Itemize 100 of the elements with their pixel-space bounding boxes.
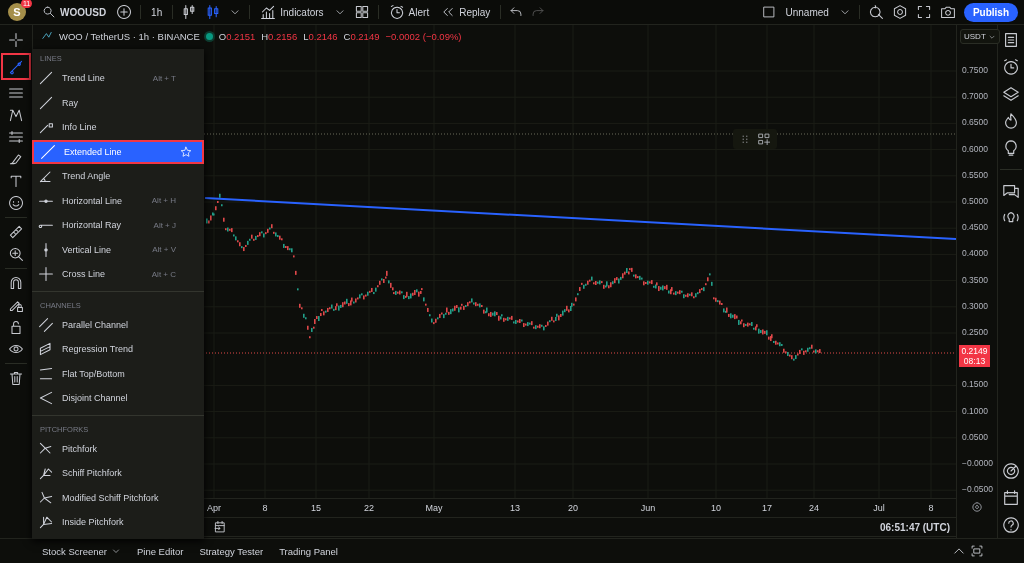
menu-item-label: Vertical Line xyxy=(62,244,113,255)
menu-item[interactable]: Parallel Channel xyxy=(32,312,204,337)
ohlc-label: O xyxy=(218,30,227,42)
menu-item-label: Cross Line xyxy=(62,269,107,280)
menu-item-label: Modified Schiff Pitchfork xyxy=(62,492,160,503)
add-symbol-icon[interactable] xyxy=(116,4,133,20)
menu-item-label: Trend Angle xyxy=(62,171,112,182)
menu-item[interactable]: Schiff Pitchfork xyxy=(32,461,204,486)
price-label: 0.3500 xyxy=(962,274,988,285)
interval-button[interactable]: 1h xyxy=(149,6,165,18)
publish-button[interactable]: Publish xyxy=(963,2,1018,22)
time-label: Jul xyxy=(873,503,885,513)
price-change: −0.0002 (−0.09%) xyxy=(385,30,462,42)
price-label: 0.6500 xyxy=(962,117,988,128)
panel-tab[interactable]: Stock Screener xyxy=(36,545,127,557)
layout-name-button[interactable]: Unnamed xyxy=(783,6,831,18)
magnet-icon xyxy=(8,275,24,291)
coin-logo-icon xyxy=(41,30,53,42)
price-label: 0.5000 xyxy=(962,196,988,206)
settings-icon[interactable] xyxy=(971,501,983,513)
menu-item[interactable]: Horizontal Ray Alt + J xyxy=(32,213,204,238)
menu-item-label: Ray xyxy=(62,97,79,108)
menu-item[interactable]: Trend Angle xyxy=(32,164,204,189)
replay-button[interactable]: Replay xyxy=(439,5,493,19)
bar-countdown: 08:13 xyxy=(963,356,986,366)
target-icon[interactable] xyxy=(1002,462,1020,480)
ohlc-label: L xyxy=(303,30,309,42)
time-label: 8 xyxy=(928,503,934,513)
price-label: −0.0000 xyxy=(962,458,993,468)
help-icon[interactable] xyxy=(1002,516,1020,534)
menu-item[interactable]: Disjoint Channel xyxy=(32,386,204,411)
layers-icon[interactable] xyxy=(1002,85,1020,103)
ray-icon xyxy=(38,94,54,111)
symbol-title[interactable]: WOO / TetherUS · 1h · BINANCE xyxy=(59,30,200,42)
indicators-button[interactable]: Indicators xyxy=(258,4,326,20)
menu-item[interactable]: Flat Top/Bottom xyxy=(32,361,204,386)
inside-pitchfork-icon xyxy=(38,514,54,531)
menu-item[interactable]: Regression Trend xyxy=(32,337,204,362)
trash-icon xyxy=(8,370,24,386)
lightbulb-icon[interactable] xyxy=(1002,139,1020,157)
layout-grid-icon[interactable] xyxy=(353,4,370,20)
time-label: 13 xyxy=(510,503,520,513)
shortcut-hint: Alt + J xyxy=(153,220,177,230)
menu-item[interactable]: Vertical Line Alt + V xyxy=(32,237,204,262)
calendar-icon[interactable] xyxy=(1002,489,1020,507)
undo-icon[interactable] xyxy=(509,5,524,19)
currency-dropdown[interactable]: USDT xyxy=(960,29,1000,44)
menu-item[interactable]: Pitchfork xyxy=(32,436,204,461)
menu-item[interactable]: Info Line xyxy=(32,115,204,140)
add-grid-icon[interactable] xyxy=(757,132,771,146)
menu-item[interactable]: Ray xyxy=(32,90,204,115)
settings-icon[interactable] xyxy=(891,4,908,20)
shortcut-hint: Alt + C xyxy=(151,269,177,279)
list-icon[interactable] xyxy=(1002,31,1020,49)
panel-tab[interactable]: Strategy Tester xyxy=(193,545,270,557)
star-icon[interactable] xyxy=(180,145,192,158)
ohlc-value: 0.2156 xyxy=(268,30,298,42)
alert-button[interactable]: Alert xyxy=(386,4,432,20)
menu-item-label: Disjoint Channel xyxy=(62,393,129,404)
price-label: 0.7500 xyxy=(962,65,988,75)
symbol-search[interactable]: WOOUSD xyxy=(40,5,109,19)
maximize-icon[interactable] xyxy=(970,544,984,558)
square-icon[interactable] xyxy=(761,5,776,19)
calendar-arrow-icon[interactable] xyxy=(213,520,227,534)
flat-channel-icon xyxy=(38,365,54,382)
panel-tab[interactable]: Trading Panel xyxy=(273,545,344,557)
menu-item-label: Horizontal Ray xyxy=(62,220,123,231)
time-label: May xyxy=(425,503,443,513)
fullscreen-icon[interactable] xyxy=(915,4,932,20)
panel-tab[interactable]: Pine Editor xyxy=(130,545,190,557)
pitchfork-icon xyxy=(38,440,54,457)
time-label: 24 xyxy=(809,503,819,513)
price-label: 0.6000 xyxy=(962,143,988,154)
chat-icon[interactable] xyxy=(1002,182,1020,200)
alarm-clock-icon[interactable] xyxy=(1002,58,1020,76)
menu-item[interactable]: Modified Schiff Pitchfork xyxy=(32,485,204,510)
camera-icon[interactable] xyxy=(939,4,956,20)
menu-item-label: Info Line xyxy=(62,122,98,133)
drawing-tool-button[interactable] xyxy=(1,53,31,80)
menu-item-label: Pitchfork xyxy=(62,443,98,454)
price-label: 0.4000 xyxy=(962,248,988,259)
time-label: 10 xyxy=(711,503,721,513)
menu-item[interactable]: Cross Line Alt + C xyxy=(32,262,204,287)
ruler-icon xyxy=(8,224,24,240)
menu-item-label: Schiff Pitchfork xyxy=(62,468,123,479)
shortcut-hint: Alt + H xyxy=(151,196,177,206)
quick-search-icon[interactable] xyxy=(867,4,884,20)
menu-item[interactable]: Inside Pitchfork xyxy=(32,510,204,535)
flame-icon[interactable] xyxy=(1002,112,1020,130)
price-label: 0.1000 xyxy=(962,405,988,416)
menu-item[interactable]: Extended Line xyxy=(32,139,204,164)
ohlc-value: 0.2151 xyxy=(226,30,256,42)
extended-line-icon xyxy=(40,143,56,160)
menu-item[interactable]: Trend Line Alt + T xyxy=(32,66,204,91)
extended-trend-line[interactable] xyxy=(204,197,956,240)
menu-item[interactable]: Horizontal Line Alt + H xyxy=(32,188,204,213)
menu-item-label: Regression Trend xyxy=(62,344,135,355)
ohlc-value: 0.2149 xyxy=(350,30,380,42)
utc-clock[interactable]: 06:51:47 (UTC) xyxy=(879,521,950,533)
zoom-icon xyxy=(8,246,24,262)
